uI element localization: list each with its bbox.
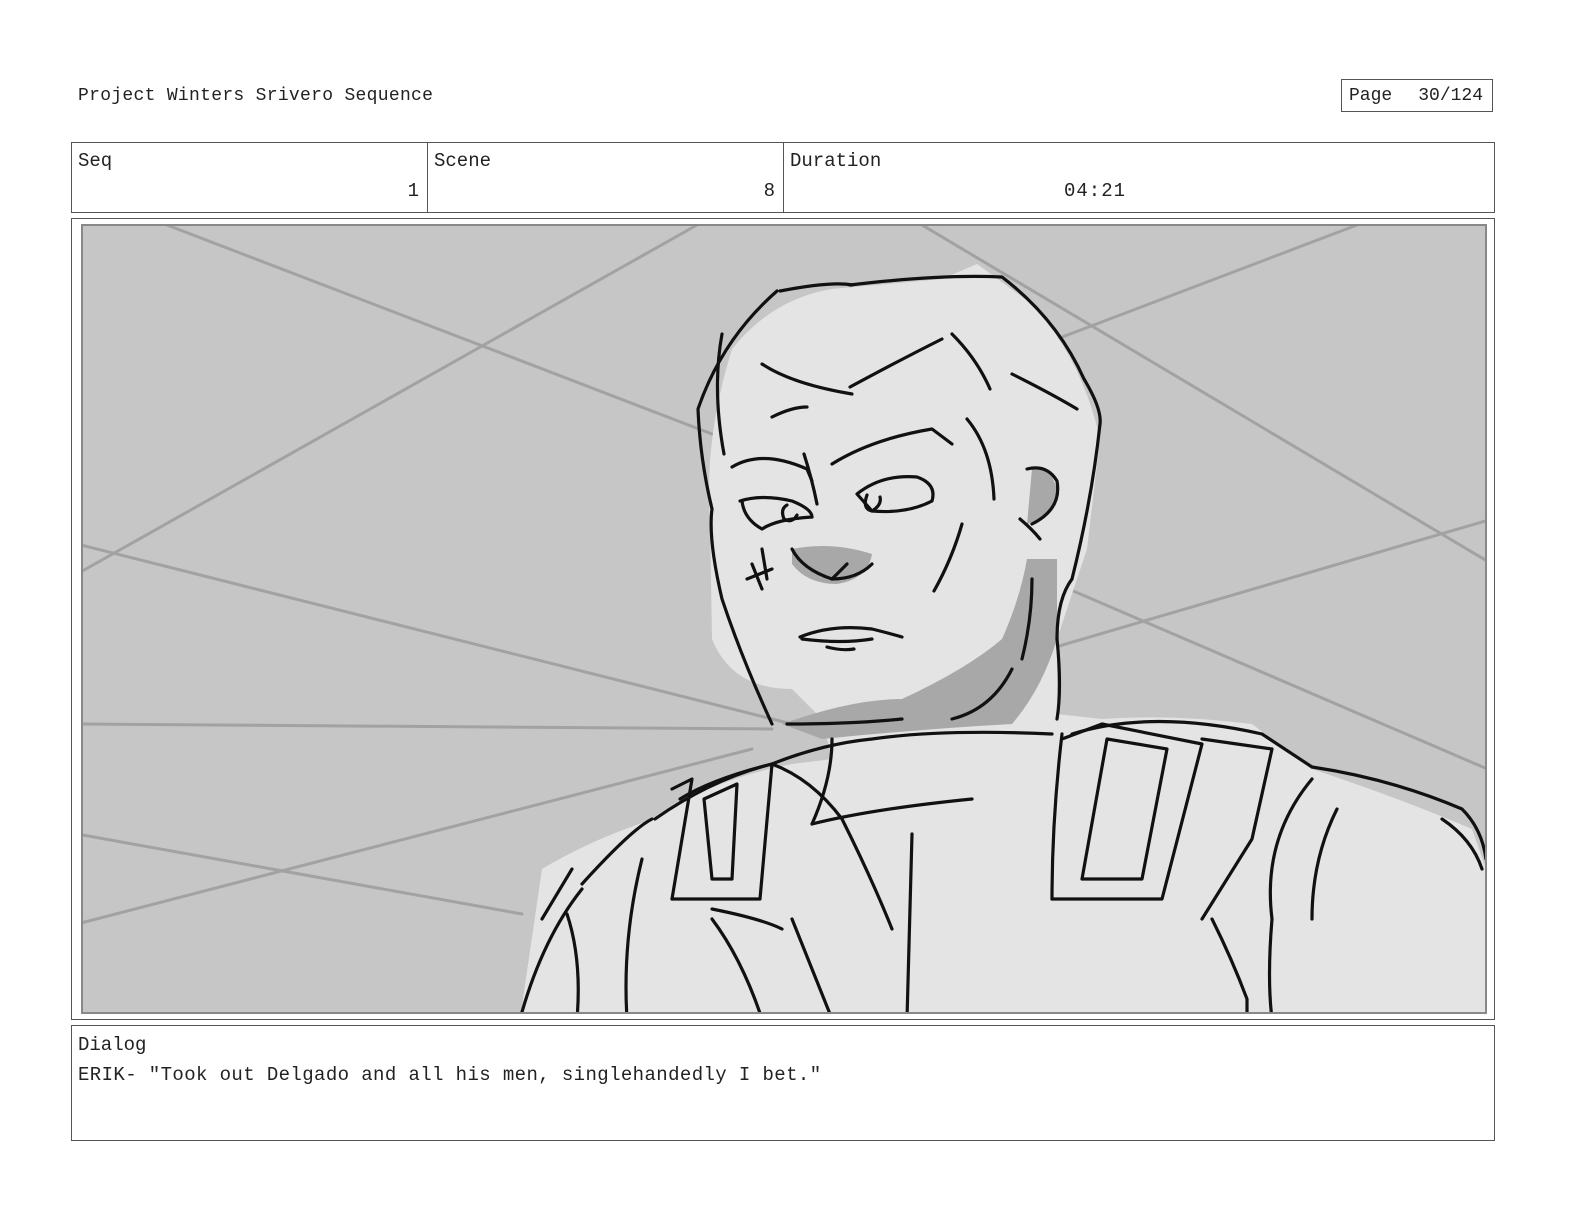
dialog-box: Dialog ERIK- "Took out Delgado and all h… [71, 1025, 1495, 1141]
page-indicator: Page 30/124 [1341, 79, 1493, 112]
shot-info-row: Seq 1 Scene 8 Duration 04:21 [71, 142, 1495, 213]
dialog-text: ERIK- "Took out Delgado and all his men,… [78, 1064, 822, 1086]
seq-value: 1 [407, 180, 419, 202]
scene-value: 8 [763, 180, 775, 202]
seq-cell: Seq 1 [72, 143, 428, 212]
duration-cell: Duration 04:21 [784, 143, 1494, 212]
duration-value: 04:21 [1064, 180, 1127, 202]
dialog-label: Dialog [78, 1034, 147, 1056]
storyboard-panel [71, 218, 1495, 1020]
page-number: 30/124 [1418, 85, 1484, 106]
seq-label: Seq [78, 150, 113, 172]
duration-label: Duration [790, 150, 882, 172]
project-title: Project Winters Srivero Sequence [78, 86, 434, 106]
scene-cell: Scene 8 [428, 143, 784, 212]
page-label: Page [1349, 85, 1393, 106]
scene-label: Scene [434, 150, 492, 172]
storyboard-sketch-image [77, 222, 1491, 1016]
